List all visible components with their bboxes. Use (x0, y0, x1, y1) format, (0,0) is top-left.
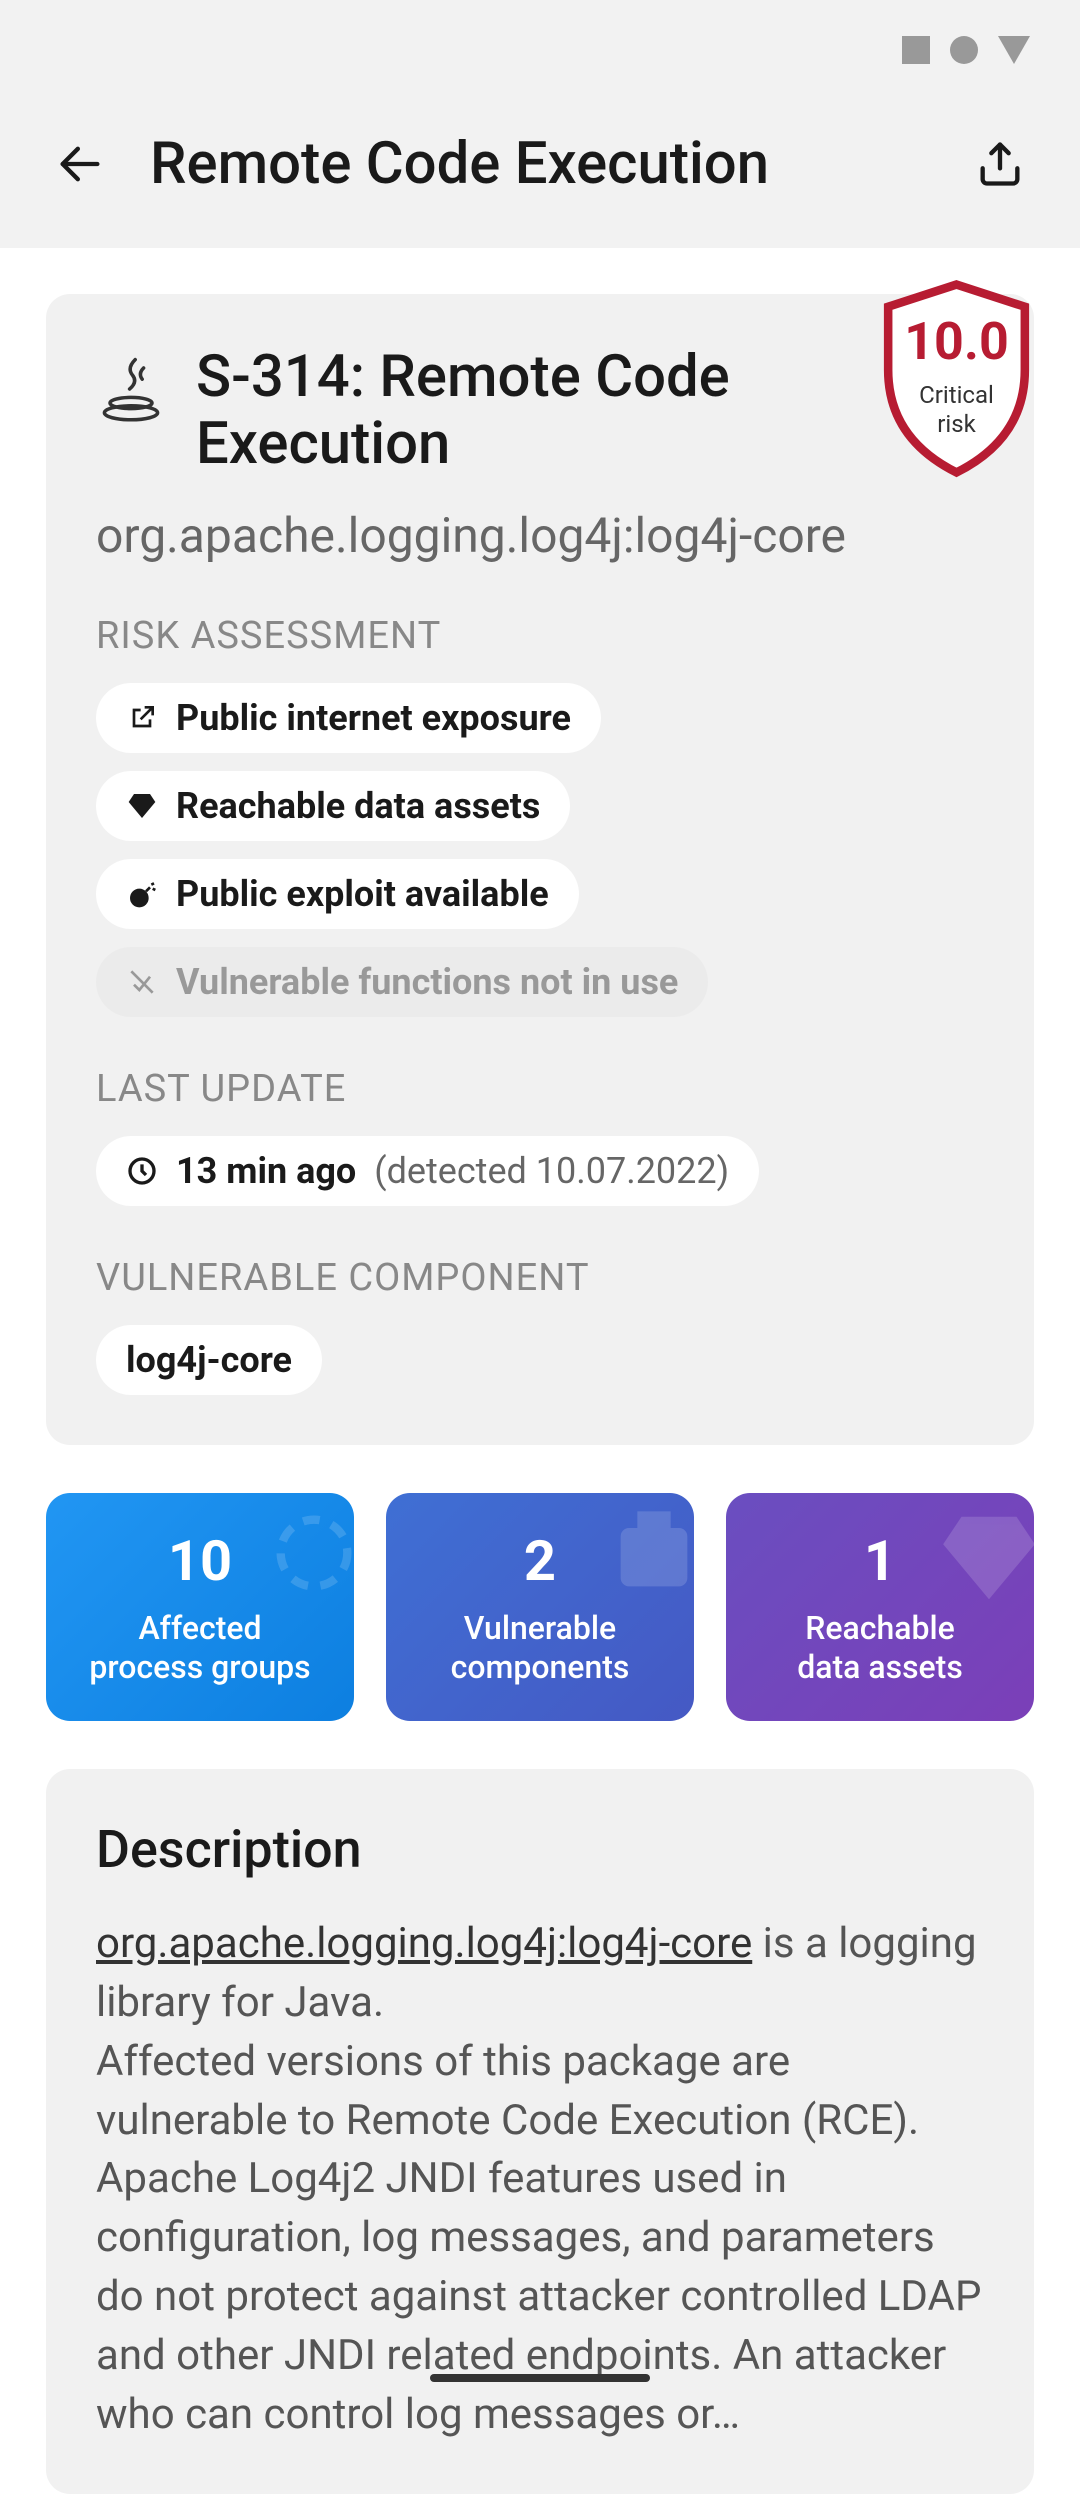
metric-affected-process-groups[interactable]: 10 Affected process groups (46, 1493, 354, 1721)
vuln-component-label: VULNERABLE COMPONENT (96, 1256, 984, 1300)
chip-last-update[interactable]: 13 min ago (detected 10.07.2022) (96, 1136, 759, 1206)
vulnerability-card: 10.0 Critical risk S-314: Remote Code Ex… (46, 294, 1034, 1445)
component-text: log4j-core (126, 1339, 292, 1381)
shield-icon (869, 276, 1044, 481)
update-chips: 13 min ago (detected 10.07.2022) (96, 1136, 984, 1206)
chip-text: Reachable data assets (176, 785, 540, 827)
description-title: Description (96, 1819, 984, 1880)
bomb-icon (126, 878, 158, 910)
component-chips: log4j-core (96, 1325, 984, 1395)
component-watermark-icon (604, 1503, 694, 1603)
share-button[interactable] (970, 134, 1030, 194)
share-icon (974, 138, 1026, 190)
java-icon (96, 354, 166, 424)
disabled-icon (126, 966, 158, 998)
description-package-link[interactable]: org.apache.logging.log4j:log4j-core (96, 1919, 752, 1968)
chip-component[interactable]: log4j-core (96, 1325, 322, 1395)
chip-exploit[interactable]: Public exploit available (96, 859, 579, 929)
risk-chips: Public internet exposure Reachable data … (96, 683, 984, 1017)
metric-label: Reachable data assets (746, 1609, 1014, 1686)
process-watermark-icon (264, 1503, 354, 1603)
risk-shield-badge: 10.0 Critical risk (869, 276, 1044, 481)
status-circle-icon (950, 36, 978, 64)
clock-icon (126, 1155, 158, 1187)
chip-text: Public internet exposure (176, 697, 571, 739)
detected-text: (detected 10.07.2022) (374, 1150, 729, 1192)
chip-not-in-use[interactable]: Vulnerable functions not in use (96, 947, 708, 1017)
page-header: Remote Code Execution (0, 100, 1080, 248)
last-update-label: LAST UPDATE (96, 1067, 984, 1111)
vuln-title: S-314: Remote Code Execution (196, 344, 864, 477)
risk-label: Critical risk (869, 381, 1044, 439)
diamond-icon (126, 790, 158, 822)
metrics-row: 10 Affected process groups 2 Vulnerable … (46, 1493, 1034, 1721)
chip-text: Vulnerable functions not in use (176, 961, 678, 1003)
status-triangle-icon (998, 36, 1030, 64)
package-name: org.apache.logging.log4j:log4j-core (96, 507, 984, 564)
exposure-icon (126, 702, 158, 734)
description-card: Description org.apache.logging.log4j:log… (46, 1769, 1034, 2494)
status-bar (0, 0, 1080, 100)
page-title: Remote Code Execution (150, 130, 930, 198)
metric-label: Vulnerable components (406, 1609, 674, 1686)
chip-exposure[interactable]: Public internet exposure (96, 683, 601, 753)
description-text: org.apache.logging.log4j:log4j-core is a… (96, 1915, 984, 2444)
chip-reachable[interactable]: Reachable data assets (96, 771, 570, 841)
home-indicator[interactable] (430, 2374, 650, 2382)
status-square-icon (902, 36, 930, 64)
chip-text: Public exploit available (176, 873, 549, 915)
metric-vulnerable-components[interactable]: 2 Vulnerable components (386, 1493, 694, 1721)
risk-assessment-label: RISK ASSESSMENT (96, 614, 984, 658)
metric-reachable-data-assets[interactable]: 1 Reachable data assets (726, 1493, 1034, 1721)
diamond-watermark-icon (934, 1503, 1034, 1613)
time-ago-text: 13 min ago (176, 1150, 356, 1192)
back-button[interactable] (50, 134, 110, 194)
arrow-left-icon (54, 138, 106, 190)
metric-label: Affected process groups (66, 1609, 334, 1686)
risk-score: 10.0 (869, 311, 1044, 372)
vuln-header: S-314: Remote Code Execution (96, 344, 984, 477)
